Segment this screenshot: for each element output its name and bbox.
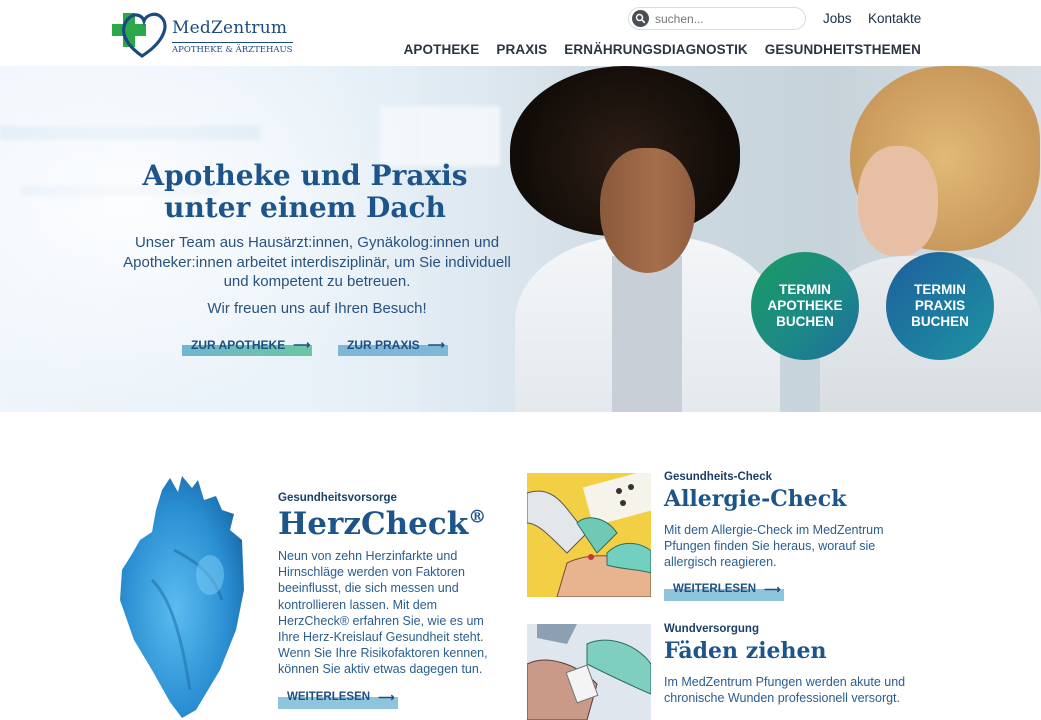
termin-apotheke-line1: TERMIN [779,282,831,297]
allergie-check-image [527,473,651,597]
wund-text: Im MedZentrum Pfungen werden akute und c… [664,675,906,706]
termin-apotheke-line3: BUCHEN [776,314,834,329]
hero-greeting: Wir freuen uns auf Ihren Besuch! [207,300,427,317]
top-link-jobs[interactable]: Jobs [823,11,852,26]
logo[interactable]: MedZentrum APOTHEKE & ÄRZTEHAUS [112,6,293,60]
herzcheck-title: HerzCheck® [278,506,486,542]
herzcheck-kicker: Gesundheitsvorsorge [278,492,397,504]
termin-praxis-line2: PRAXIS [914,298,966,313]
hero-photo-pharmacist-shirt [612,256,682,412]
wund-kicker: Wundversorgung [664,623,759,635]
arrow-right-icon: ⟶ [427,338,445,352]
hero-title-line2: unter einem Dach [164,191,446,224]
herzcheck-weiterlesen-button[interactable]: WEITERLESEN ⟶ [278,689,398,709]
nav-item-gesundheitsthemen[interactable]: GESUNDHEITSTHEMEN [765,42,921,57]
termin-praxis-button[interactable]: TERMIN PRAXIS BUCHEN [886,252,994,360]
termin-apotheke-line2: APOTHEKE [767,298,843,313]
allergie-weiterlesen-button[interactable]: WEITERLESEN ⟶ [664,581,784,601]
allergie-kicker: Gesundheits-Check [664,471,772,483]
hero-title: Apotheke und Praxis unter einem Dach [100,160,510,224]
nav-item-apotheke[interactable]: APOTHEKE [404,42,480,57]
hero-banner: Apotheke und Praxis unter einem Dach Uns… [0,66,1041,412]
nav-item-praxis[interactable]: PRAXIS [496,42,547,57]
termin-praxis-line1: TERMIN [914,282,966,297]
herzcheck-text: Neun von zehn Herzinfarkte und Hirnschlä… [278,549,488,677]
zur-apotheke-label: ZUR APOTHEKE [191,338,286,352]
wund-title: Fäden ziehen [664,638,827,664]
allergie-text: Mit dem Allergie-Check im MedZentrum Pfu… [664,523,884,570]
weiterlesen-label: WEITERLESEN [287,691,371,703]
hero-title-line1: Apotheke und Praxis [142,159,468,192]
zur-apotheke-button[interactable]: ZUR APOTHEKE ⟶ [182,334,312,356]
heart-image [112,470,262,720]
search-input[interactable] [655,11,795,26]
arrow-right-icon: ⟶ [293,338,311,352]
nav-item-ernaehrungsdiagnostik[interactable]: ERNÄHRUNGSDIAGNOSTIK [564,42,748,57]
faeden-ziehen-image [527,624,651,720]
hero-photo-customer-face [858,146,938,256]
allergie-title: Allergie-Check [664,486,847,512]
logo-subtitle: APOTHEKE & ÄRZTEHAUS [172,42,293,55]
arrow-right-icon: ⟶ [378,692,395,704]
termin-praxis-line3: BUCHEN [911,314,969,329]
hero-photo-pharmacist-face [600,148,695,273]
zur-praxis-label: ZUR PRAXIS [347,338,420,352]
search-icon[interactable] [632,10,649,27]
hero-text: Unser Team aus Hausärzt:innen, Gynäkolog… [123,234,511,290]
zur-praxis-button[interactable]: ZUR PRAXIS ⟶ [338,334,448,356]
herzcheck-title-text: HerzCheck [278,506,469,542]
search-box[interactable] [628,7,806,30]
logo-heart-cross-icon [112,12,167,58]
site-header: MedZentrum APOTHEKE & ÄRZTEHAUS Jobs Kon… [0,0,1041,66]
registered-mark: ® [468,506,487,528]
logo-title: MedZentrum [172,18,288,38]
arrow-right-icon: ⟶ [764,584,781,596]
termin-apotheke-button[interactable]: TERMIN APOTHEKE BUCHEN [751,252,859,360]
top-link-kontakte[interactable]: Kontakte [868,11,921,26]
weiterlesen-label: WEITERLESEN [673,583,757,595]
main-nav: APOTHEKE PRAXIS ERNÄHRUNGSDIAGNOSTIK GES… [404,42,921,57]
